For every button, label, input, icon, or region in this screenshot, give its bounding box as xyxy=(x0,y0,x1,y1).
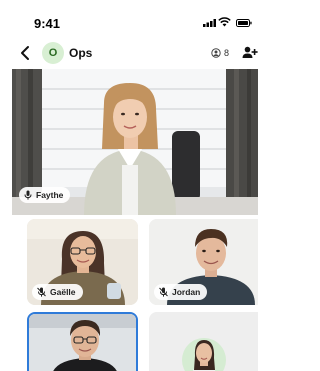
active-speaker-tile[interactable] xyxy=(27,312,138,371)
add-user-icon[interactable] xyxy=(242,46,258,59)
main-name-label: Faythe xyxy=(19,187,71,203)
participant-count-value: 8 xyxy=(224,48,230,58)
phone-screen: 9:41 O Ops 8 Faythe Gaëlle Jordan xyxy=(12,6,258,371)
participant-tile[interactable]: Jordan xyxy=(149,219,258,305)
participant-name: Jordan xyxy=(172,287,201,297)
battery-icon xyxy=(236,19,252,27)
participants-icon xyxy=(211,48,221,58)
screen: 9:41 O Ops 8 Faythe Gaëlle Jordan xyxy=(0,0,258,371)
chevron-left-icon[interactable] xyxy=(18,45,32,61)
mic-off-icon xyxy=(37,287,46,297)
participant-video xyxy=(29,314,136,371)
call-header: O Ops 8 xyxy=(12,38,258,68)
wifi-icon xyxy=(218,17,231,27)
mic-off-icon xyxy=(159,287,168,297)
participant-name: Gaëlle xyxy=(50,287,76,297)
status-bar: 9:41 xyxy=(12,6,258,36)
signal-icon xyxy=(203,19,216,27)
status-time: 9:41 xyxy=(34,16,61,31)
team-name: Ops xyxy=(69,46,93,60)
microphone-icon xyxy=(24,190,32,200)
participant-tile[interactable] xyxy=(149,312,258,371)
participant-name-label: Gaëlle xyxy=(32,284,83,300)
team-avatar: O xyxy=(42,42,64,64)
team-initial: O xyxy=(48,47,58,59)
participant-count[interactable]: 8 xyxy=(211,47,229,59)
participant-tile[interactable]: Gaëlle xyxy=(27,219,138,305)
main-participant-name: Faythe xyxy=(36,190,64,200)
participant-avatar xyxy=(149,312,258,371)
main-video[interactable]: Faythe xyxy=(12,69,258,215)
participant-name-label: Jordan xyxy=(154,284,208,300)
